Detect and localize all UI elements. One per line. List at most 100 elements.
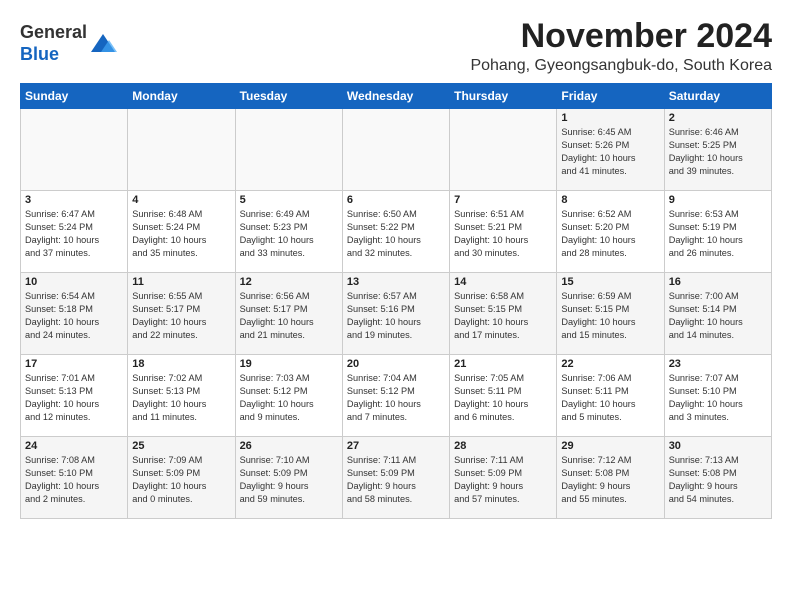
day-info: Sunrise: 6:48 AM Sunset: 5:24 PM Dayligh… xyxy=(132,208,230,260)
calendar-cell: 30 Sunrise: 7:13 AM Sunset: 5:08 PM Dayli… xyxy=(664,437,771,519)
calendar-cell: 8 Sunrise: 6:52 AM Sunset: 5:20 PM Daylig… xyxy=(557,191,664,273)
calendar-cell xyxy=(235,109,342,191)
calendar-week-1: 3 Sunrise: 6:47 AM Sunset: 5:24 PM Daylig… xyxy=(21,191,772,273)
day-number: 30 xyxy=(669,440,767,452)
day-number: 24 xyxy=(25,440,123,452)
header-wednesday: Wednesday xyxy=(342,84,449,109)
day-info: Sunrise: 6:55 AM Sunset: 5:17 PM Dayligh… xyxy=(132,290,230,342)
day-info: Sunrise: 7:02 AM Sunset: 5:13 PM Dayligh… xyxy=(132,372,230,424)
day-info: Sunrise: 7:11 AM Sunset: 5:09 PM Dayligh… xyxy=(347,454,445,506)
calendar-week-0: 1Sunrise: 6:45 AM Sunset: 5:26 PM Daylig… xyxy=(21,109,772,191)
calendar-cell: 12Sunrise: 6:56 AM Sunset: 5:17 PM Dayli… xyxy=(235,273,342,355)
calendar-cell: 11 Sunrise: 6:55 AM Sunset: 5:17 PM Dayli… xyxy=(128,273,235,355)
day-info: Sunrise: 7:13 AM Sunset: 5:08 PM Dayligh… xyxy=(669,454,767,506)
page: General Blue November 2024 Pohang, Gyeon… xyxy=(0,0,792,529)
month-title: November 2024 xyxy=(470,18,772,55)
calendar-cell: 13 Sunrise: 6:57 AM Sunset: 5:16 PM Dayli… xyxy=(342,273,449,355)
calendar-cell: 14Sunrise: 6:58 AM Sunset: 5:15 PM Dayli… xyxy=(450,273,557,355)
calendar-cell: 4 Sunrise: 6:48 AM Sunset: 5:24 PM Daylig… xyxy=(128,191,235,273)
calendar-cell: 19 Sunrise: 7:03 AM Sunset: 5:12 PM Dayli… xyxy=(235,355,342,437)
day-number: 8 xyxy=(561,194,659,206)
day-info: Sunrise: 6:45 AM Sunset: 5:26 PM Dayligh… xyxy=(561,126,659,178)
calendar-cell: 20Sunrise: 7:04 AM Sunset: 5:12 PM Dayli… xyxy=(342,355,449,437)
weekday-header-row: Sunday Monday Tuesday Wednesday Thursday… xyxy=(21,84,772,109)
day-info: Sunrise: 7:06 AM Sunset: 5:11 PM Dayligh… xyxy=(561,372,659,424)
day-number: 6 xyxy=(347,194,445,206)
header-sunday: Sunday xyxy=(21,84,128,109)
day-number: 21 xyxy=(454,358,552,370)
day-number: 16 xyxy=(669,276,767,288)
day-info: Sunrise: 7:01 AM Sunset: 5:13 PM Dayligh… xyxy=(25,372,123,424)
day-info: Sunrise: 6:54 AM Sunset: 5:18 PM Dayligh… xyxy=(25,290,123,342)
day-number: 5 xyxy=(240,194,338,206)
logo-icon xyxy=(89,30,117,58)
calendar-cell xyxy=(342,109,449,191)
day-number: 25 xyxy=(132,440,230,452)
day-info: Sunrise: 6:53 AM Sunset: 5:19 PM Dayligh… xyxy=(669,208,767,260)
day-info: Sunrise: 6:47 AM Sunset: 5:24 PM Dayligh… xyxy=(25,208,123,260)
calendar-cell xyxy=(128,109,235,191)
day-info: Sunrise: 7:00 AM Sunset: 5:14 PM Dayligh… xyxy=(669,290,767,342)
header: General Blue November 2024 Pohang, Gyeon… xyxy=(20,18,772,75)
day-info: Sunrise: 6:50 AM Sunset: 5:22 PM Dayligh… xyxy=(347,208,445,260)
day-number: 14 xyxy=(454,276,552,288)
day-number: 7 xyxy=(454,194,552,206)
day-info: Sunrise: 6:59 AM Sunset: 5:15 PM Dayligh… xyxy=(561,290,659,342)
day-number: 26 xyxy=(240,440,338,452)
day-number: 27 xyxy=(347,440,445,452)
title-area: November 2024 Pohang, Gyeongsangbuk-do, … xyxy=(470,18,772,75)
day-info: Sunrise: 7:09 AM Sunset: 5:09 PM Dayligh… xyxy=(132,454,230,506)
calendar-cell: 28Sunrise: 7:11 AM Sunset: 5:09 PM Dayli… xyxy=(450,437,557,519)
calendar-cell: 1Sunrise: 6:45 AM Sunset: 5:26 PM Daylig… xyxy=(557,109,664,191)
logo-blue-text: Blue xyxy=(20,44,59,64)
header-thursday: Thursday xyxy=(450,84,557,109)
calendar-cell: 9 Sunrise: 6:53 AM Sunset: 5:19 PM Daylig… xyxy=(664,191,771,273)
calendar-cell: 22 Sunrise: 7:06 AM Sunset: 5:11 PM Dayli… xyxy=(557,355,664,437)
day-number: 10 xyxy=(25,276,123,288)
day-number: 9 xyxy=(669,194,767,206)
day-number: 11 xyxy=(132,276,230,288)
day-info: Sunrise: 7:10 AM Sunset: 5:09 PM Dayligh… xyxy=(240,454,338,506)
day-info: Sunrise: 7:05 AM Sunset: 5:11 PM Dayligh… xyxy=(454,372,552,424)
calendar-cell: 5 Sunrise: 6:49 AM Sunset: 5:23 PM Daylig… xyxy=(235,191,342,273)
header-friday: Friday xyxy=(557,84,664,109)
day-info: Sunrise: 7:03 AM Sunset: 5:12 PM Dayligh… xyxy=(240,372,338,424)
day-info: Sunrise: 6:52 AM Sunset: 5:20 PM Dayligh… xyxy=(561,208,659,260)
day-info: Sunrise: 6:49 AM Sunset: 5:23 PM Dayligh… xyxy=(240,208,338,260)
logo-general-text: General xyxy=(20,22,87,42)
day-number: 19 xyxy=(240,358,338,370)
day-number: 4 xyxy=(132,194,230,206)
day-info: Sunrise: 7:11 AM Sunset: 5:09 PM Dayligh… xyxy=(454,454,552,506)
calendar-week-2: 10 Sunrise: 6:54 AM Sunset: 5:18 PM Dayli… xyxy=(21,273,772,355)
day-number: 2 xyxy=(669,112,767,124)
calendar: Sunday Monday Tuesday Wednesday Thursday… xyxy=(20,83,772,519)
logo: General Blue xyxy=(20,22,117,65)
calendar-cell: 15 Sunrise: 6:59 AM Sunset: 5:15 PM Dayli… xyxy=(557,273,664,355)
day-number: 29 xyxy=(561,440,659,452)
calendar-cell: 3 Sunrise: 6:47 AM Sunset: 5:24 PM Daylig… xyxy=(21,191,128,273)
day-info: Sunrise: 7:07 AM Sunset: 5:10 PM Dayligh… xyxy=(669,372,767,424)
calendar-cell: 18Sunrise: 7:02 AM Sunset: 5:13 PM Dayli… xyxy=(128,355,235,437)
calendar-week-3: 17Sunrise: 7:01 AM Sunset: 5:13 PM Dayli… xyxy=(21,355,772,437)
calendar-week-4: 24Sunrise: 7:08 AM Sunset: 5:10 PM Dayli… xyxy=(21,437,772,519)
day-info: Sunrise: 6:51 AM Sunset: 5:21 PM Dayligh… xyxy=(454,208,552,260)
day-number: 15 xyxy=(561,276,659,288)
day-number: 22 xyxy=(561,358,659,370)
calendar-cell: 27 Sunrise: 7:11 AM Sunset: 5:09 PM Dayli… xyxy=(342,437,449,519)
day-info: Sunrise: 6:56 AM Sunset: 5:17 PM Dayligh… xyxy=(240,290,338,342)
day-info: Sunrise: 7:04 AM Sunset: 5:12 PM Dayligh… xyxy=(347,372,445,424)
day-info: Sunrise: 6:57 AM Sunset: 5:16 PM Dayligh… xyxy=(347,290,445,342)
day-info: Sunrise: 7:12 AM Sunset: 5:08 PM Dayligh… xyxy=(561,454,659,506)
calendar-cell: 17Sunrise: 7:01 AM Sunset: 5:13 PM Dayli… xyxy=(21,355,128,437)
day-number: 3 xyxy=(25,194,123,206)
calendar-cell: 29 Sunrise: 7:12 AM Sunset: 5:08 PM Dayli… xyxy=(557,437,664,519)
subtitle: Pohang, Gyeongsangbuk-do, South Korea xyxy=(470,57,772,75)
header-tuesday: Tuesday xyxy=(235,84,342,109)
header-monday: Monday xyxy=(128,84,235,109)
calendar-cell: 24Sunrise: 7:08 AM Sunset: 5:10 PM Dayli… xyxy=(21,437,128,519)
calendar-cell: 7 Sunrise: 6:51 AM Sunset: 5:21 PM Daylig… xyxy=(450,191,557,273)
day-number: 13 xyxy=(347,276,445,288)
calendar-cell: 25 Sunrise: 7:09 AM Sunset: 5:09 PM Dayli… xyxy=(128,437,235,519)
calendar-cell: 6 Sunrise: 6:50 AM Sunset: 5:22 PM Daylig… xyxy=(342,191,449,273)
calendar-cell: 23Sunrise: 7:07 AM Sunset: 5:10 PM Dayli… xyxy=(664,355,771,437)
